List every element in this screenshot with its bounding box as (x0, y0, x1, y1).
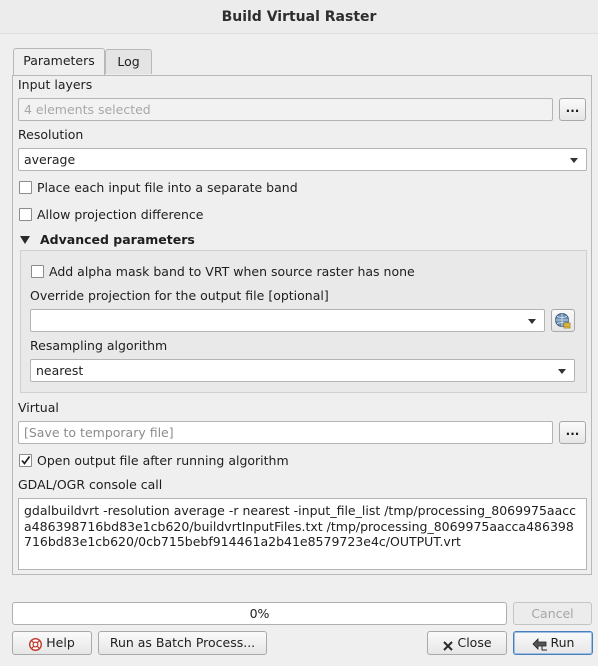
chevron-down-icon (558, 369, 566, 374)
tab-parameters[interactable]: Parameters (13, 48, 105, 75)
chevron-down-icon (528, 319, 536, 324)
virtual-output-placeholder: [Save to temporary file] (24, 425, 174, 440)
resolution-label: Resolution (18, 127, 84, 142)
input-layers-label: Input layers (18, 77, 93, 92)
separate-band-label: Place each input file into a separate ba… (37, 180, 298, 195)
run-icon (531, 636, 548, 651)
resampling-value: nearest (36, 363, 84, 378)
progress-bar: 0% (12, 602, 507, 625)
cancel-button[interactable]: Cancel (513, 602, 592, 625)
projection-difference-checkbox[interactable] (19, 208, 32, 221)
window-title: Build Virtual Raster (0, 0, 598, 34)
input-layers-browse-button[interactable]: ... (559, 98, 586, 121)
close-label: Close (457, 635, 492, 650)
virtual-output-browse-button[interactable]: ... (559, 421, 586, 444)
open-output-label: Open output file after running algorithm (37, 453, 289, 468)
chevron-down-icon (570, 158, 578, 163)
open-output-checkbox[interactable] (19, 454, 32, 467)
help-icon (29, 636, 43, 652)
tab-log[interactable]: Log (105, 49, 152, 74)
console-call-text[interactable]: gdalbuildvrt -resolution average -r near… (18, 498, 587, 570)
help-label: Help (46, 635, 75, 650)
globe-icon (555, 313, 571, 329)
projection-difference-label: Allow projection difference (37, 207, 204, 222)
override-projection-select[interactable] (30, 309, 545, 332)
virtual-output-field[interactable]: [Save to temporary file] (18, 421, 553, 444)
select-crs-button[interactable] (551, 309, 575, 332)
run-batch-button[interactable]: Run as Batch Process... (98, 631, 267, 655)
checkmark-icon (21, 456, 31, 465)
resolution-select[interactable]: average (18, 148, 587, 171)
collapse-arrow-icon (20, 236, 30, 244)
resolution-value: average (24, 152, 76, 167)
virtual-label: Virtual (18, 400, 59, 415)
close-icon (442, 637, 454, 651)
alpha-mask-label: Add alpha mask band to VRT when source r… (49, 264, 415, 279)
help-button[interactable]: Help (12, 631, 92, 655)
run-label: Run (550, 635, 575, 650)
alpha-mask-checkbox[interactable] (31, 265, 44, 278)
override-projection-label: Override projection for the output file … (30, 288, 329, 303)
separate-band-checkbox[interactable] (19, 181, 32, 194)
input-layers-field[interactable]: 4 elements selected (18, 98, 553, 121)
resampling-label: Resampling algorithm (30, 338, 168, 353)
console-call-label: GDAL/OGR console call (18, 477, 163, 492)
resampling-select[interactable]: nearest (30, 359, 575, 382)
run-button[interactable]: Run (513, 631, 593, 655)
close-button[interactable]: Close (427, 631, 507, 655)
advanced-parameters-header[interactable]: Advanced parameters (40, 232, 195, 248)
progress-text: 0% (249, 606, 270, 621)
